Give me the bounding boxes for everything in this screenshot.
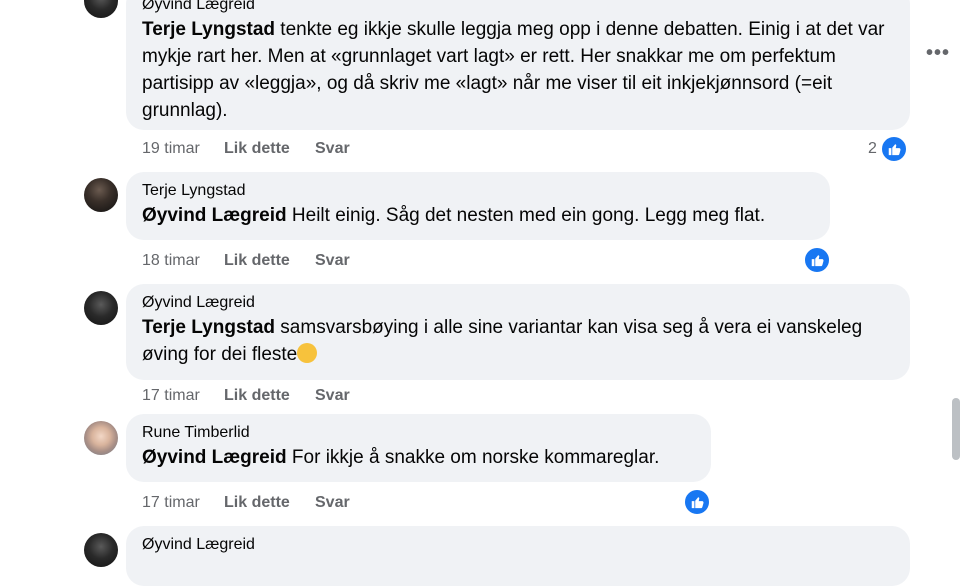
reply-button[interactable]: Svar xyxy=(315,387,350,405)
reply-button[interactable]: Svar xyxy=(315,494,350,512)
comment-body: For ikkje å snakke om norske kommareglar… xyxy=(286,447,660,468)
mention-link[interactable]: Øyvind Lægreid xyxy=(142,205,287,226)
like-reaction-icon[interactable] xyxy=(683,488,711,516)
comment-body: Heilt einig. Såg det nesten med ein gong… xyxy=(286,205,766,226)
comment-bubble: Øyvind Lægreid Terje Lyngstad tenkte eg … xyxy=(126,0,910,130)
comment-bubble: Terje Lyngstad Øyvind Lægreid Heilt eini… xyxy=(126,172,830,240)
mention-link[interactable]: Terje Lyngstad xyxy=(142,317,275,338)
comment-bubble: Øyvind Lægreid Terje Lyngstad samsvarsbø… xyxy=(126,284,910,380)
comment-author[interactable]: Terje Lyngstad xyxy=(142,180,814,202)
avatar[interactable] xyxy=(84,0,118,18)
mention-link[interactable]: Terje Lyngstad xyxy=(142,19,275,40)
avatar[interactable] xyxy=(84,533,118,567)
comment-actions: 18 timar Lik dette Svar xyxy=(142,252,350,270)
comment-author[interactable]: Øyvind Lægreid xyxy=(142,0,894,16)
comment-text: Terje Lyngstad samsvarsbøying i alle sin… xyxy=(142,314,894,368)
avatar[interactable] xyxy=(84,291,118,325)
avatar[interactable] xyxy=(84,421,118,455)
comment-text: Øyvind Lægreid Heilt einig. Såg det nest… xyxy=(142,202,814,229)
like-reaction-icon[interactable] xyxy=(803,246,831,274)
comment-actions: 19 timar Lik dette Svar xyxy=(142,140,350,158)
comment-text: Øyvind Lægreid For ikkje å snakke om nor… xyxy=(142,444,695,471)
like-button[interactable]: Lik dette xyxy=(224,387,315,405)
comment-author[interactable]: Rune Timberlid xyxy=(142,422,695,444)
comment-time[interactable]: 17 timar xyxy=(142,387,224,405)
reply-button[interactable]: Svar xyxy=(315,252,350,270)
comment-actions: 17 timar Lik dette Svar xyxy=(142,494,350,512)
like-reaction-icon[interactable] xyxy=(880,135,908,163)
comment-bubble: Rune Timberlid Øyvind Lægreid For ikkje … xyxy=(126,414,711,482)
like-button[interactable]: Lik dette xyxy=(224,494,315,512)
comment-time[interactable]: 17 timar xyxy=(142,494,224,512)
mention-link[interactable]: Øyvind Lægreid xyxy=(142,447,287,468)
scrollbar-thumb[interactable] xyxy=(952,398,960,460)
comment-time[interactable]: 19 timar xyxy=(142,140,224,158)
like-count[interactable]: 2 xyxy=(868,140,877,158)
comment-author[interactable]: Øyvind Lægreid xyxy=(142,534,894,556)
reply-button[interactable]: Svar xyxy=(315,140,350,158)
avatar[interactable] xyxy=(84,178,118,212)
comment-time[interactable]: 18 timar xyxy=(142,252,224,270)
more-options-icon[interactable]: ••• xyxy=(926,42,950,65)
comment-bubble: Øyvind Lægreid xyxy=(126,526,910,586)
comment-text: Terje Lyngstad tenkte eg ikkje skulle le… xyxy=(142,16,894,124)
comment-actions: 17 timar Lik dette Svar xyxy=(142,387,350,405)
comment-author[interactable]: Øyvind Lægreid xyxy=(142,292,894,314)
like-button[interactable]: Lik dette xyxy=(224,140,315,158)
like-button[interactable]: Lik dette xyxy=(224,252,315,270)
smiling-emoji-icon xyxy=(297,343,318,363)
